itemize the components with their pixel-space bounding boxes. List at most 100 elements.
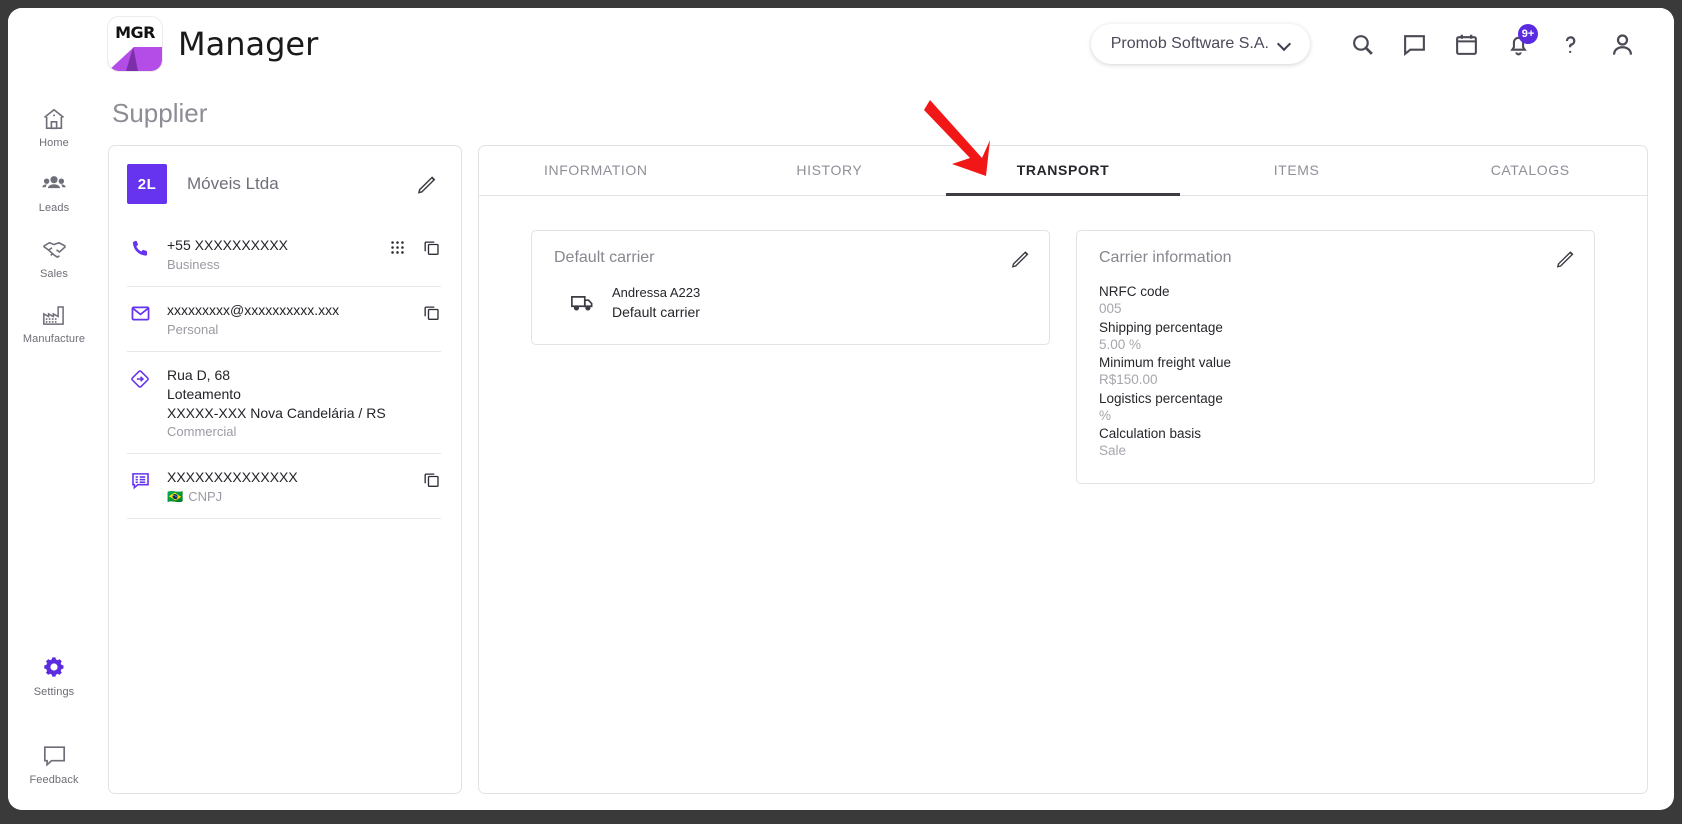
help-icon[interactable] bbox=[1544, 18, 1596, 70]
sidebar-item-label: Settings bbox=[33, 686, 75, 698]
email-value: xxxxxxxxx@xxxxxxxxxx.xxx bbox=[167, 301, 340, 318]
field-value: 005 bbox=[1099, 301, 1122, 317]
sidebar: Home Leads Sales Manufacture Settings Fe… bbox=[8, 80, 100, 810]
edit-carrier-information-icon[interactable] bbox=[1552, 245, 1578, 271]
tab-catalogs[interactable]: CATALOGS bbox=[1413, 146, 1647, 196]
brand: MGR Manager bbox=[108, 17, 318, 71]
address-type-label: Commercial bbox=[167, 424, 237, 440]
copy-icon[interactable] bbox=[422, 470, 441, 489]
phone-type-label: Business bbox=[167, 256, 220, 272]
supplier-header: 2L Móveis Ltda bbox=[127, 164, 441, 204]
field-calculation-basis: Calculation basis Sale bbox=[1099, 425, 1572, 460]
tab-bar: INFORMATION HISTORY TRANSPORT ITEMS CATA… bbox=[479, 146, 1647, 196]
field-minimum-freight-value: Minimum freight value R$150.00 bbox=[1099, 354, 1572, 389]
bell-icon[interactable]: 9+ bbox=[1492, 18, 1544, 70]
avatar: 2L bbox=[127, 164, 167, 204]
app-window: MGR Manager Promob Software S.A. 9+ Home… bbox=[8, 8, 1674, 810]
address-value: Rua D, 68 Loteamento XXXXX-XXX Nova Cand… bbox=[167, 366, 386, 421]
sidebar-item-sales[interactable]: Sales bbox=[8, 224, 100, 290]
field-value: Sale bbox=[1099, 443, 1127, 459]
copy-icon[interactable] bbox=[422, 238, 441, 257]
header-actions: Promob Software S.A. 9+ bbox=[1090, 18, 1648, 70]
phone-icon bbox=[127, 236, 153, 259]
email-type-label: Personal bbox=[167, 321, 219, 337]
cnpj-type: 🇧🇷 CNPJ bbox=[167, 489, 408, 504]
cnpj-actions bbox=[422, 468, 441, 489]
field-logistics-percentage: Logistics percentage % bbox=[1099, 390, 1572, 425]
tab-information[interactable]: INFORMATION bbox=[479, 146, 713, 196]
app-header: MGR Manager Promob Software S.A. 9+ bbox=[8, 8, 1674, 80]
supplier-name: Móveis Ltda bbox=[187, 174, 279, 193]
screen-root: MGR Manager Promob Software S.A. 9+ Home… bbox=[0, 0, 1682, 824]
logo-shape bbox=[108, 47, 162, 71]
supplier-row-email: xxxxxxxxx@xxxxxxxxxx.xxx Personal bbox=[127, 287, 441, 352]
brazil-flag-icon: 🇧🇷 bbox=[167, 489, 184, 505]
carrier-information-card: Carrier information NRFC code 005 Shippi… bbox=[1076, 230, 1595, 484]
logo-text: MGR bbox=[115, 22, 155, 42]
sidebar-item-label: Manufacture bbox=[22, 333, 86, 345]
location-icon bbox=[127, 366, 153, 390]
cnpj-type-label: CNPJ bbox=[188, 489, 223, 505]
dialpad-icon[interactable] bbox=[389, 239, 406, 256]
edit-default-carrier-icon[interactable] bbox=[1007, 245, 1033, 271]
sidebar-item-leads[interactable]: Leads bbox=[8, 159, 100, 224]
carrier-role: Default carrier bbox=[612, 303, 700, 320]
tab-items[interactable]: ITEMS bbox=[1180, 146, 1414, 196]
supplier-info-panel: 2L Móveis Ltda +55 XXXXXXXXXX Business x… bbox=[108, 145, 462, 794]
field-label: Logistics percentage bbox=[1099, 390, 1223, 406]
supplier-row-phone: +55 XXXXXXXXXX Business bbox=[127, 222, 441, 287]
sidebar-item-settings[interactable]: Settings bbox=[8, 641, 100, 708]
field-value: % bbox=[1099, 407, 1112, 423]
sidebar-item-manufacture[interactable]: Manufacture bbox=[8, 290, 100, 355]
transport-tab-content: Default carrier Andressa A223 Default ca… bbox=[479, 196, 1647, 793]
field-label: NRFC code bbox=[1099, 284, 1170, 299]
default-carrier-texts: Andressa A223 Default carrier bbox=[612, 283, 700, 322]
email-type: Personal bbox=[167, 322, 408, 337]
default-carrier-card: Default carrier Andressa A223 Default ca… bbox=[531, 230, 1050, 346]
field-value: R$150.00 bbox=[1099, 372, 1158, 388]
sidebar-item-label: Feedback bbox=[29, 774, 79, 786]
supplier-detail-panel: INFORMATION HISTORY TRANSPORT ITEMS CATA… bbox=[478, 145, 1648, 794]
phone-value: +55 XXXXXXXXXX bbox=[167, 237, 289, 253]
sidebar-item-home[interactable]: Home bbox=[8, 94, 100, 159]
panels: 2L Móveis Ltda +55 XXXXXXXXXX Business x… bbox=[108, 145, 1648, 794]
org-selector-label: Promob Software S.A. bbox=[1110, 35, 1269, 52]
org-selector[interactable]: Promob Software S.A. bbox=[1090, 24, 1310, 64]
field-nrfc-code: NRFC code 005 bbox=[1099, 283, 1572, 318]
truck-icon bbox=[570, 290, 596, 315]
sidebar-item-feedback[interactable]: Feedback bbox=[8, 730, 100, 796]
search-icon[interactable] bbox=[1336, 18, 1388, 70]
phone-type: Business bbox=[167, 257, 375, 272]
phone-actions bbox=[389, 236, 441, 257]
tab-transport[interactable]: TRANSPORT bbox=[946, 146, 1180, 196]
app-logo-icon: MGR bbox=[108, 17, 162, 71]
profile-icon[interactable] bbox=[1596, 18, 1648, 70]
field-shipping-percentage: Shipping percentage 5.00 % bbox=[1099, 319, 1572, 354]
sidebar-item-label: Sales bbox=[39, 268, 69, 280]
cnpj-value: XXXXXXXXXXXXXX bbox=[167, 469, 298, 486]
app-title: Manager bbox=[178, 25, 319, 63]
supplier-row-cnpj: XXXXXXXXXXXXXX 🇧🇷 CNPJ bbox=[127, 454, 441, 520]
carrier-name: Andressa A223 bbox=[612, 285, 701, 300]
default-carrier-row: Andressa A223 Default carrier bbox=[554, 283, 1027, 322]
page-title: Supplier bbox=[112, 98, 208, 128]
cnpj-text: XXXXXXXXXXXXXX 🇧🇷 CNPJ bbox=[167, 468, 408, 504]
field-label: Shipping percentage bbox=[1099, 319, 1223, 335]
field-label: Calculation basis bbox=[1099, 426, 1202, 442]
email-text: xxxxxxxxx@xxxxxxxxxx.xxx Personal bbox=[167, 301, 408, 337]
default-carrier-title: Default carrier bbox=[554, 249, 655, 266]
address-type: Commercial bbox=[167, 424, 427, 439]
phone-text: +55 XXXXXXXXXX Business bbox=[167, 236, 375, 272]
tab-history[interactable]: HISTORY bbox=[713, 146, 947, 196]
copy-icon[interactable] bbox=[422, 303, 441, 322]
sidebar-item-label: Leads bbox=[38, 202, 70, 214]
edit-supplier-icon[interactable] bbox=[413, 170, 441, 198]
address-text: Rua D, 68 Loteamento XXXXX-XXX Nova Cand… bbox=[167, 366, 427, 440]
chat-icon[interactable] bbox=[1388, 18, 1440, 70]
field-value: 5.00 % bbox=[1099, 336, 1142, 352]
calendar-icon[interactable] bbox=[1440, 18, 1492, 70]
field-label: Minimum freight value bbox=[1099, 355, 1232, 371]
document-icon bbox=[127, 468, 153, 491]
body: Home Leads Sales Manufacture Settings Fe… bbox=[8, 80, 1674, 810]
supplier-row-address: Rua D, 68 Loteamento XXXXX-XXX Nova Cand… bbox=[127, 352, 441, 455]
